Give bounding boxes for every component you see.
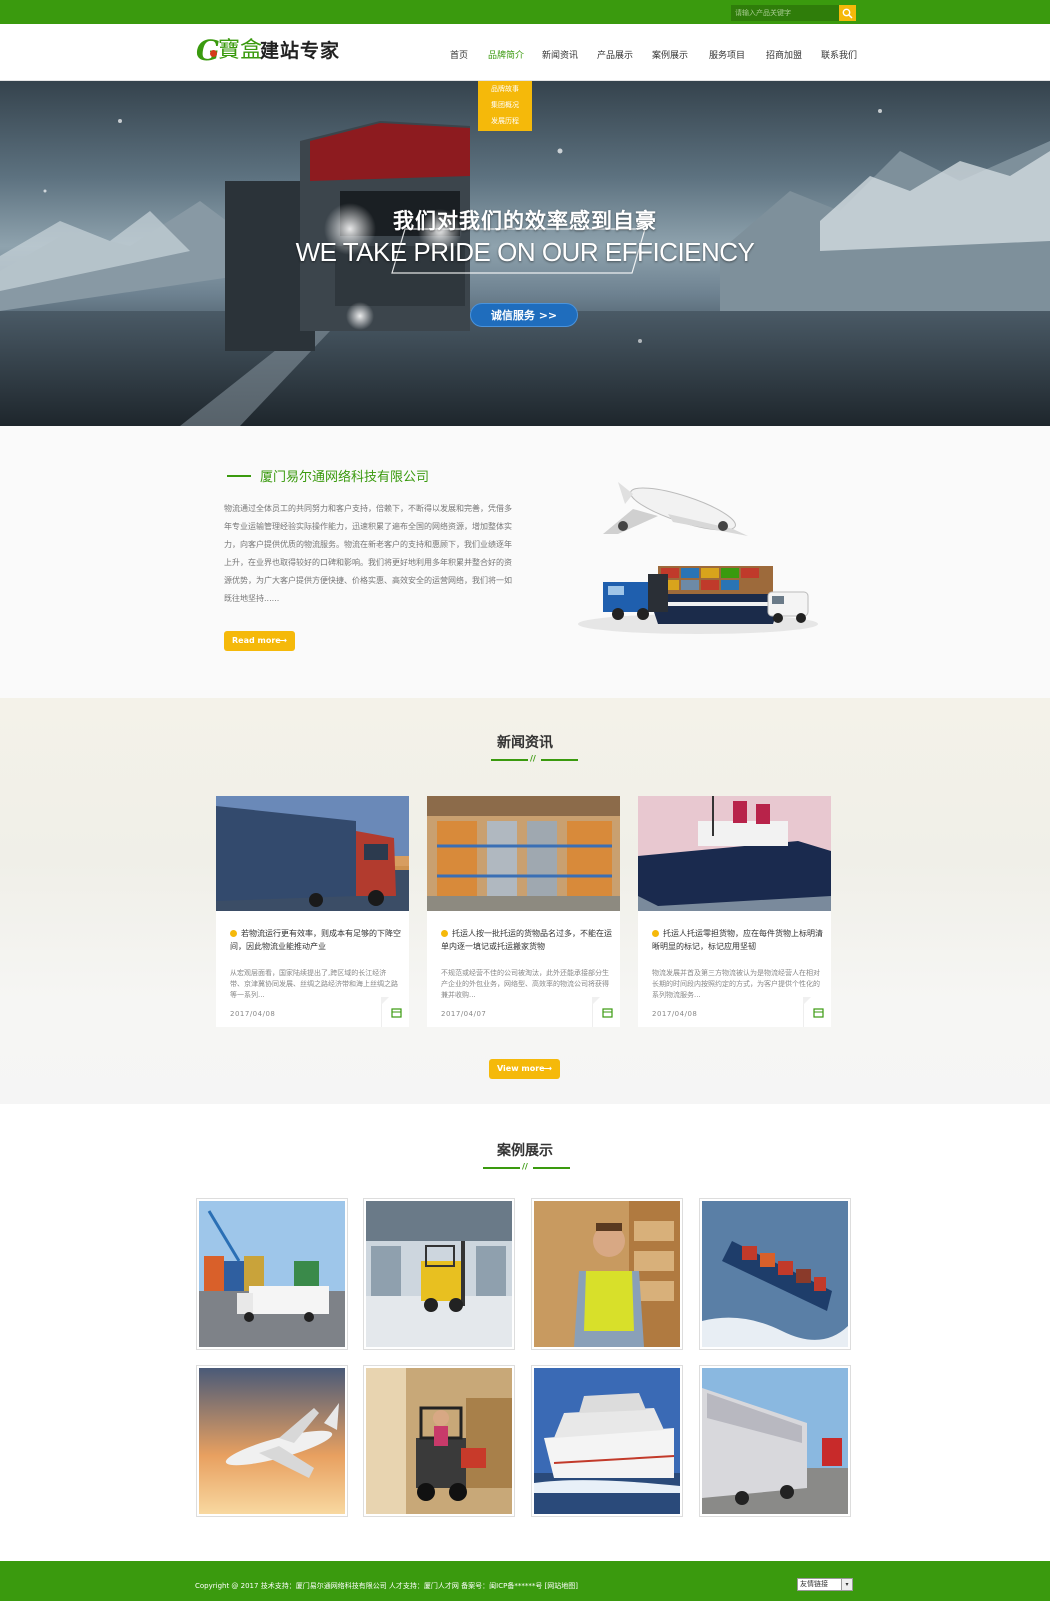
news-card[interactable]: 托运人托运零担货物，应在每件货物上标明清晰明显的标记，标记应用坚韧 物流发展并首…	[638, 796, 831, 1027]
news-image-ship	[638, 796, 831, 911]
nav-item-brand[interactable]: 品牌简介	[488, 48, 524, 61]
cases-title-mark: //	[522, 1162, 528, 1171]
case-item-airplane[interactable]	[196, 1365, 348, 1517]
news-card-title-text: 托运人按一批托运的货物品名过多，不能在运单内逐一填记或托运搬家货物	[441, 929, 612, 951]
nav-item-home[interactable]: 首页	[450, 48, 468, 61]
case-item-warehouse-worker[interactable]	[531, 1198, 683, 1350]
cases-section-title: 案例展示	[497, 1143, 553, 1159]
top-bar	[0, 0, 1050, 24]
banner-service-button[interactable]: 诚信服务 >>	[470, 303, 578, 327]
nav-item-cases[interactable]: 案例展示	[652, 48, 688, 61]
news-image-truck	[216, 796, 409, 911]
hero-banner: 我们对我们的效率感到自豪 WE TAKE PRIDE ON OUR EFFICI…	[0, 81, 1050, 426]
search-input[interactable]	[731, 5, 839, 21]
news-card-date: 2017/04/08	[230, 1010, 276, 1018]
nav-item-news[interactable]: 新闻资讯	[542, 48, 578, 61]
logo[interactable]: G 寶盒 建站专家	[196, 34, 354, 70]
card-fold-corner	[381, 997, 389, 1005]
about-title-line	[227, 475, 251, 477]
cases-section: 案例展示 //	[0, 1104, 1050, 1561]
case-item-forklift-warehouse[interactable]	[363, 1198, 515, 1350]
banner-title-cn: 我们对我们的效率感到自豪	[393, 209, 657, 233]
view-more-label: View more	[497, 1064, 545, 1073]
banner-title-en: WE TAKE PRIDE ON OUR EFFICIENCY	[295, 237, 755, 267]
card-fold-corner	[803, 997, 811, 1005]
news-image-warehouse	[427, 796, 620, 911]
card-fold-corner	[592, 997, 600, 1005]
cases-title-line-right	[533, 1167, 570, 1169]
chevron-down-icon: ▾	[841, 1579, 852, 1590]
news-card-date: 2017/04/08	[652, 1010, 698, 1018]
news-title-mark: //	[530, 754, 536, 763]
search-button[interactable]	[839, 5, 856, 21]
news-card-desc: 不规范或经营不佳的公司被淘汰，此外还能承接部分生产企业的外包业务，网络型、高效率…	[441, 969, 609, 999]
case-item-port-truck[interactable]	[196, 1198, 348, 1350]
arrow-right-icon: ⟶	[275, 636, 287, 645]
dropdown-item-history[interactable]: 发展历程	[478, 113, 532, 129]
news-section: 新闻资讯 // 若物流运行更有效率，则成本有足够的下降空间，因此物流业能推动产业…	[0, 698, 1050, 1104]
bullet-icon	[652, 930, 659, 937]
news-card-title[interactable]: 托运人按一批托运的货物品名过多，不能在运单内逐一填记或托运搬家货物	[441, 927, 613, 953]
bullet-icon	[230, 930, 237, 937]
news-title-line-left	[491, 759, 528, 761]
search-box	[731, 5, 856, 21]
friend-links-label: 友情链接	[800, 1580, 828, 1588]
cases-title-line-left	[483, 1167, 520, 1169]
case-item-highway-truck[interactable]	[699, 1365, 851, 1517]
arrow-right-icon: ⟶	[540, 1064, 552, 1073]
news-card[interactable]: 若物流运行更有效率，则成本有足够的下降空间，因此物流业能推动产业 从宏观层面看，…	[216, 796, 409, 1027]
view-more-button[interactable]: View more ⟶	[489, 1059, 560, 1079]
header: G 寶盒 建站专家 首页 品牌简介 新闻资讯 产品展示 案例展示 服务项目 招商…	[0, 24, 1050, 81]
about-text: 物流通过全体员工的共同努力和客户支持，倍赖下，不断得以发展和完善，凭借多年专业运…	[224, 504, 512, 603]
logo-dot	[210, 50, 217, 57]
brand-dropdown-menu: 品牌故事 集团概况 发展历程	[478, 81, 532, 131]
news-card-title-text: 托运人托运零担货物，应在每件货物上标明清晰明显的标记，标记应用坚韧	[652, 929, 823, 951]
news-card-desc: 从宏观层面看，国家陆续提出了,跨区域的长江经济带、京津冀协同发展、丝绸之路经济带…	[230, 969, 398, 999]
case-item-forklift-operator[interactable]	[363, 1365, 515, 1517]
news-card[interactable]: 托运人按一批托运的货物品名过多，不能在运单内逐一填记或托运搬家货物 不规范或经营…	[427, 796, 620, 1027]
news-card-date: 2017/04/07	[441, 1010, 487, 1018]
read-more-button[interactable]: Read more ⟶	[224, 631, 295, 651]
logo-text: 建站专家	[260, 40, 341, 62]
nav-item-services[interactable]: 服务项目	[709, 48, 745, 61]
dropdown-item-story[interactable]: 品牌故事	[478, 81, 532, 97]
news-card-title-text: 若物流运行更有效率，则成本有足够的下降空间，因此物流业能推动产业	[230, 929, 401, 951]
footer-copyright: Copyright @ 2017 技术支持：厦门易尔通网络科技有限公司 人才支持…	[195, 1582, 579, 1590]
bullet-icon	[441, 930, 448, 937]
news-card-desc: 物流发展并首及第三方物流被认为是物流经营人在相对长期的时间段内按照约定的方式，为…	[652, 969, 820, 999]
news-card-title[interactable]: 托运人托运零担货物，应在每件货物上标明清晰明显的标记，标记应用坚韧	[652, 927, 824, 953]
news-section-title: 新闻资讯	[497, 735, 553, 751]
dropdown-item-overview[interactable]: 集团概况	[478, 97, 532, 113]
airplane-graphic	[603, 482, 748, 536]
nav-item-franchise[interactable]: 招商加盟	[766, 48, 802, 61]
nav-item-products[interactable]: 产品展示	[597, 48, 633, 61]
about-section: 厦门易尔通网络科技有限公司 物流通过全体员工的共同努力和客户支持，倍赖下，不断得…	[0, 426, 1050, 698]
logistics-illustration	[578, 482, 818, 634]
logo-bao: 寶盒	[218, 38, 263, 63]
news-title-line-right	[541, 759, 578, 761]
read-more-label: Read more	[232, 636, 281, 645]
case-item-container-ship[interactable]	[699, 1198, 851, 1350]
nav-item-contact[interactable]: 联系我们	[821, 48, 857, 61]
about-title: 厦门易尔通网络科技有限公司	[260, 470, 430, 485]
case-item-cruise-ship[interactable]	[531, 1365, 683, 1517]
footer: Copyright @ 2017 技术支持：厦门易尔通网络科技有限公司 人才支持…	[0, 1561, 1050, 1601]
search-icon	[842, 8, 853, 19]
friend-links-select[interactable]: 友情链接 ▾	[797, 1578, 853, 1591]
news-card-title[interactable]: 若物流运行更有效率，则成本有足够的下降空间，因此物流业能推动产业	[230, 927, 402, 953]
